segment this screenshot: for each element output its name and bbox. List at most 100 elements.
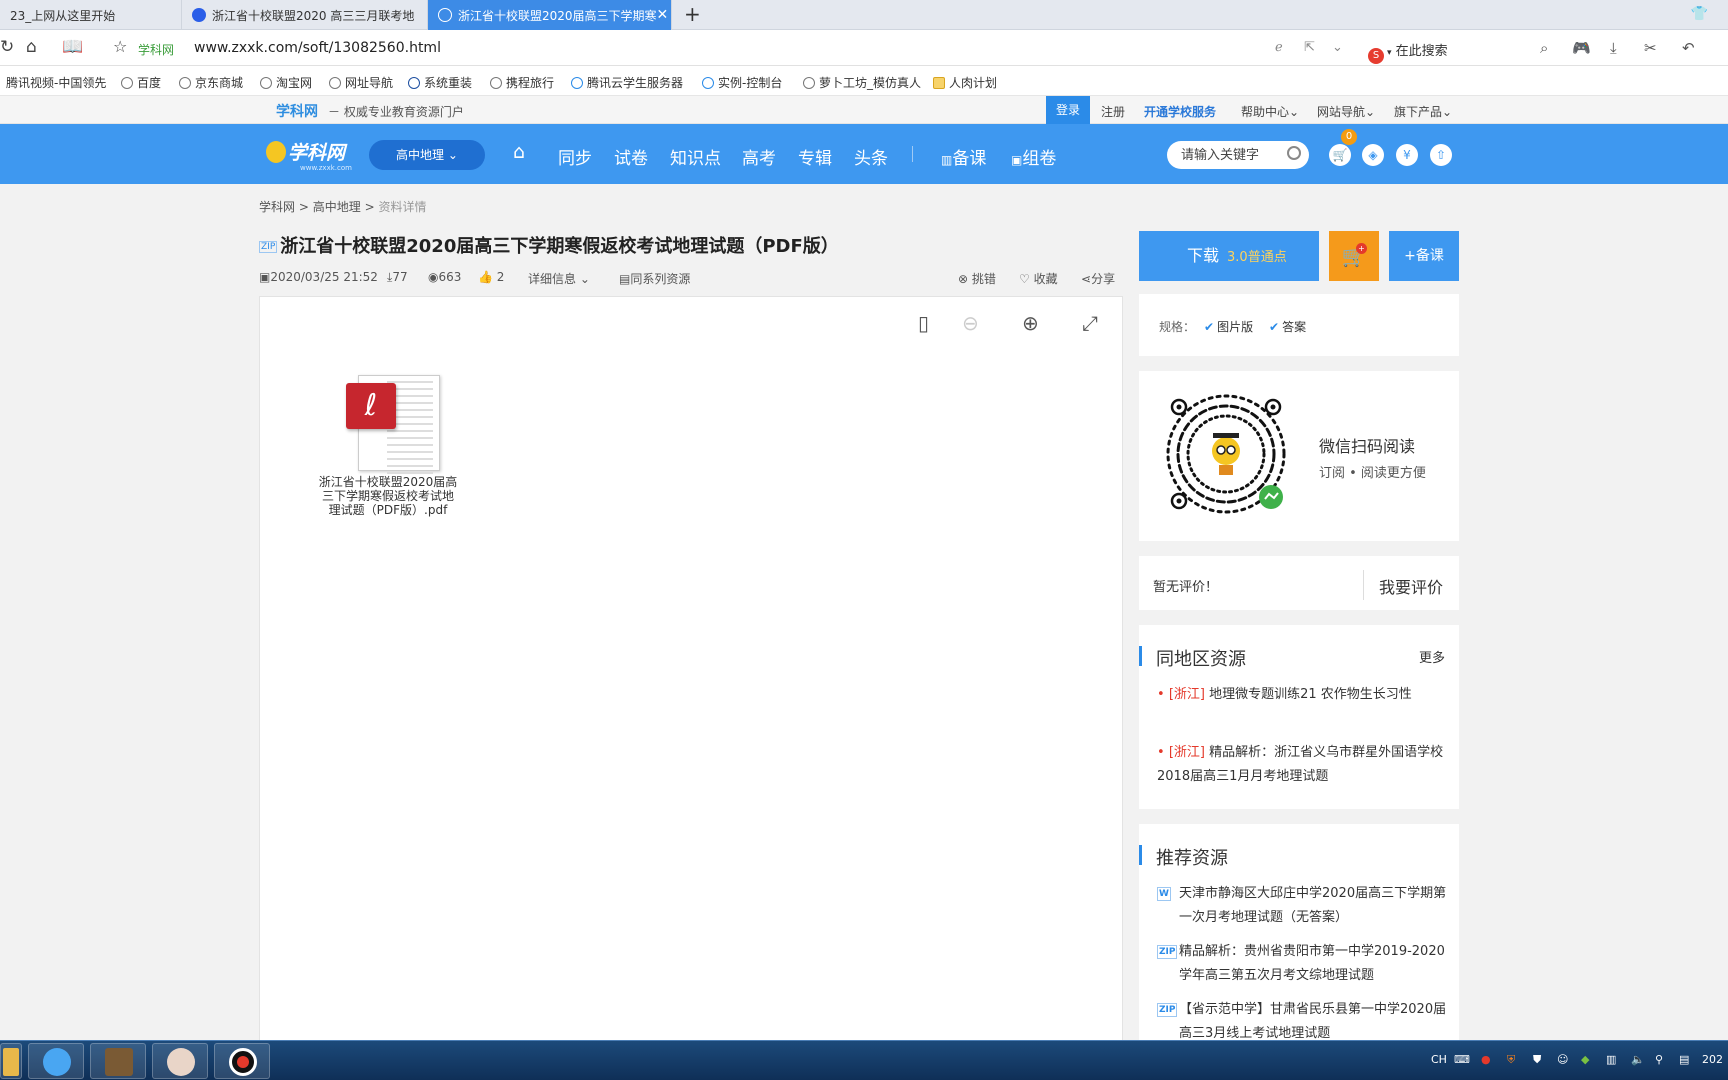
- qq-icon[interactable]: ☺: [1557, 1053, 1568, 1066]
- nav-gaokao[interactable]: 高考: [742, 144, 776, 169]
- login-button[interactable]: 登录: [1046, 96, 1090, 124]
- refresh-icon[interactable]: ↻: [0, 38, 14, 56]
- browser-tab[interactable]: 浙江省十校联盟2020 高三三月联考地: [182, 0, 428, 30]
- download-icon[interactable]: ⤓: [1610, 39, 1617, 57]
- more-link[interactable]: 更多: [1419, 647, 1445, 666]
- record-icon[interactable]: ●: [1481, 1053, 1491, 1066]
- shirt-icon[interactable]: 👕: [1691, 6, 1708, 22]
- new-tab-button[interactable]: +: [684, 4, 701, 24]
- register-link[interactable]: 注册: [1101, 103, 1125, 120]
- file-entry[interactable]: ℓ 浙江省十校联盟2020届高三下学期寒假返校考试地理试题（PDF版）.pdf: [318, 375, 458, 517]
- add-to-prep-button[interactable]: +备课: [1389, 231, 1459, 281]
- bookmark-item[interactable]: 实例-控制台: [702, 74, 782, 91]
- nav-compose-paper[interactable]: ▣组卷: [1011, 144, 1056, 169]
- bookmark-item[interactable]: 淘宝网: [260, 74, 312, 91]
- recorder-taskbar-icon[interactable]: [214, 1043, 270, 1079]
- input-language[interactable]: CH: [1431, 1053, 1447, 1066]
- reading-mode-icon[interactable]: 📖: [62, 38, 83, 56]
- upload-icon[interactable]: ⇧: [1430, 144, 1452, 166]
- browser-search-input[interactable]: 在此搜索: [1396, 44, 1448, 59]
- bookmark-item[interactable]: 腾讯视频-中国领先: [6, 74, 106, 91]
- star-icon[interactable]: ☆: [113, 38, 127, 56]
- favorite-button[interactable]: ♡ 收藏: [1019, 270, 1058, 287]
- spec-item: ✔ 答案: [1269, 320, 1307, 334]
- mobile-view-icon[interactable]: ▯: [918, 311, 929, 335]
- clock[interactable]: 202: [1702, 1053, 1723, 1066]
- list-item[interactable]: • [浙江] 地理微专题训练21 农作物生长习性: [1157, 683, 1447, 707]
- like-count[interactable]: 👍 2: [478, 270, 504, 284]
- yen-icon[interactable]: ¥: [1396, 144, 1418, 166]
- cart-icon[interactable]: 🛒: [1329, 144, 1351, 166]
- qr-code-icon[interactable]: [1161, 389, 1291, 519]
- zoom-in-icon[interactable]: ⊕: [1022, 311, 1039, 335]
- nav-knowledge[interactable]: 知识点: [670, 144, 721, 169]
- shield-icon[interactable]: ⛨: [1507, 1053, 1515, 1067]
- write-review-button[interactable]: 我要评价: [1379, 574, 1443, 598]
- list-item[interactable]: ZIP 【省示范中学】甘肃省民乐县第一中学2020届高三3月线上考试地理试题: [1157, 998, 1447, 1046]
- browser-taskbar-icon[interactable]: [28, 1043, 84, 1079]
- download-button[interactable]: 下载 3.0普通点: [1139, 231, 1319, 281]
- search-icon[interactable]: ⌕: [1540, 39, 1548, 57]
- bookmark-item[interactable]: 京东商城: [179, 74, 243, 91]
- list-item[interactable]: W 天津市静海区大邱庄中学2020届高三下学期第一次月考地理试题（无答案）: [1157, 882, 1447, 930]
- products-menu[interactable]: 旗下产品⌄: [1394, 103, 1452, 120]
- file-explorer-icon[interactable]: [0, 1043, 22, 1079]
- nvidia-icon[interactable]: ◆: [1581, 1053, 1589, 1066]
- nav-sync[interactable]: 同步: [558, 144, 592, 169]
- avatar-taskbar-icon[interactable]: [152, 1043, 208, 1079]
- power-icon[interactable]: ▤: [1679, 1053, 1689, 1066]
- nav-albums[interactable]: 专辑: [798, 144, 832, 169]
- school-service-link[interactable]: 开通学校服务: [1144, 103, 1216, 120]
- keyword-search-input[interactable]: [1181, 147, 1281, 162]
- site-nav-menu[interactable]: 网站导航⌄: [1317, 103, 1375, 120]
- share-icon[interactable]: ⇱: [1304, 40, 1315, 55]
- volume-icon[interactable]: 🔈: [1631, 1053, 1645, 1066]
- search-engine-selector[interactable]: S ▾ 在此搜索: [1368, 40, 1448, 64]
- share-button[interactable]: ⋖分享: [1081, 270, 1115, 287]
- browser-tab[interactable]: 23_上网从这里开始: [0, 0, 182, 30]
- home-icon[interactable]: ⌂: [513, 141, 525, 163]
- zoom-out-icon[interactable]: ⊖: [962, 311, 979, 335]
- scissors-icon[interactable]: ✂: [1644, 39, 1657, 57]
- close-icon[interactable]: ✕: [657, 7, 669, 23]
- url-field[interactable]: www.zxxk.com/soft/13082560.html: [194, 40, 441, 56]
- list-item[interactable]: ZIP 精品解析：贵州省贵阳市第一中学2019-2020学年高三第五次月考文综地理…: [1157, 940, 1447, 988]
- report-error-button[interactable]: ⊗ 挑错: [958, 270, 996, 287]
- bookmark-item[interactable]: 网址导航: [329, 74, 393, 91]
- diamond-icon[interactable]: ◈: [1362, 144, 1384, 166]
- nav-papers[interactable]: 试卷: [614, 144, 648, 169]
- site-logo-text[interactable]: 学科网: [276, 101, 318, 121]
- game-icon[interactable]: 🎮: [1572, 39, 1591, 57]
- search-icon[interactable]: [1287, 146, 1301, 160]
- bookmark-item[interactable]: 萝卜工坊_模仿真人: [803, 74, 921, 91]
- fullscreen-icon[interactable]: ⤢: [1082, 311, 1098, 335]
- detail-info-toggle[interactable]: 详细信息 ⌄: [528, 270, 590, 287]
- ie-mode-icon[interactable]: ℯ: [1275, 40, 1283, 55]
- keyboard-icon[interactable]: ⌨: [1454, 1053, 1470, 1066]
- browser-tab-active[interactable]: 浙江省十校联盟2020届高三下学期寒 ✕: [428, 0, 672, 30]
- chevron-down-icon[interactable]: ⌄: [1332, 40, 1343, 55]
- minecraft-taskbar-icon[interactable]: [90, 1043, 146, 1079]
- bookmark-item[interactable]: 携程旅行: [490, 74, 554, 91]
- bookmark-item[interactable]: 系统重装: [408, 74, 472, 91]
- brand-logo[interactable]: 学科网: [266, 138, 345, 165]
- help-center-menu[interactable]: 帮助中心⌄: [1241, 103, 1299, 120]
- breadcrumb-subject[interactable]: 高中地理: [313, 200, 361, 214]
- cloud-icon: [571, 77, 583, 89]
- sogou-icon: S: [1368, 48, 1384, 64]
- undo-icon[interactable]: ↶: [1682, 39, 1695, 57]
- home-icon[interactable]: ⌂: [26, 38, 37, 56]
- usb-icon[interactable]: ⚲: [1655, 1053, 1663, 1066]
- bookmark-item[interactable]: 百度: [121, 74, 161, 91]
- add-to-cart-button[interactable]: 🛒 +: [1329, 231, 1379, 281]
- nav-lesson-prep[interactable]: ▥备课: [941, 144, 986, 169]
- network-icon[interactable]: ▥: [1606, 1053, 1616, 1066]
- bookmark-item[interactable]: 人肉计划: [933, 74, 997, 91]
- bookmark-item[interactable]: 腾讯云学生服务器: [571, 74, 683, 91]
- subject-selector[interactable]: 高中地理 ⌄: [369, 140, 485, 170]
- security-icon[interactable]: ⛊: [1533, 1053, 1541, 1067]
- breadcrumb-home[interactable]: 学科网: [259, 200, 295, 214]
- list-item[interactable]: • [浙江] 精品解析：浙江省义乌市群星外国语学校2018届高三1月月考地理试题: [1157, 741, 1447, 789]
- nav-headlines[interactable]: 头条: [854, 144, 888, 169]
- series-resources-link[interactable]: ▤同系列资源: [619, 270, 690, 287]
